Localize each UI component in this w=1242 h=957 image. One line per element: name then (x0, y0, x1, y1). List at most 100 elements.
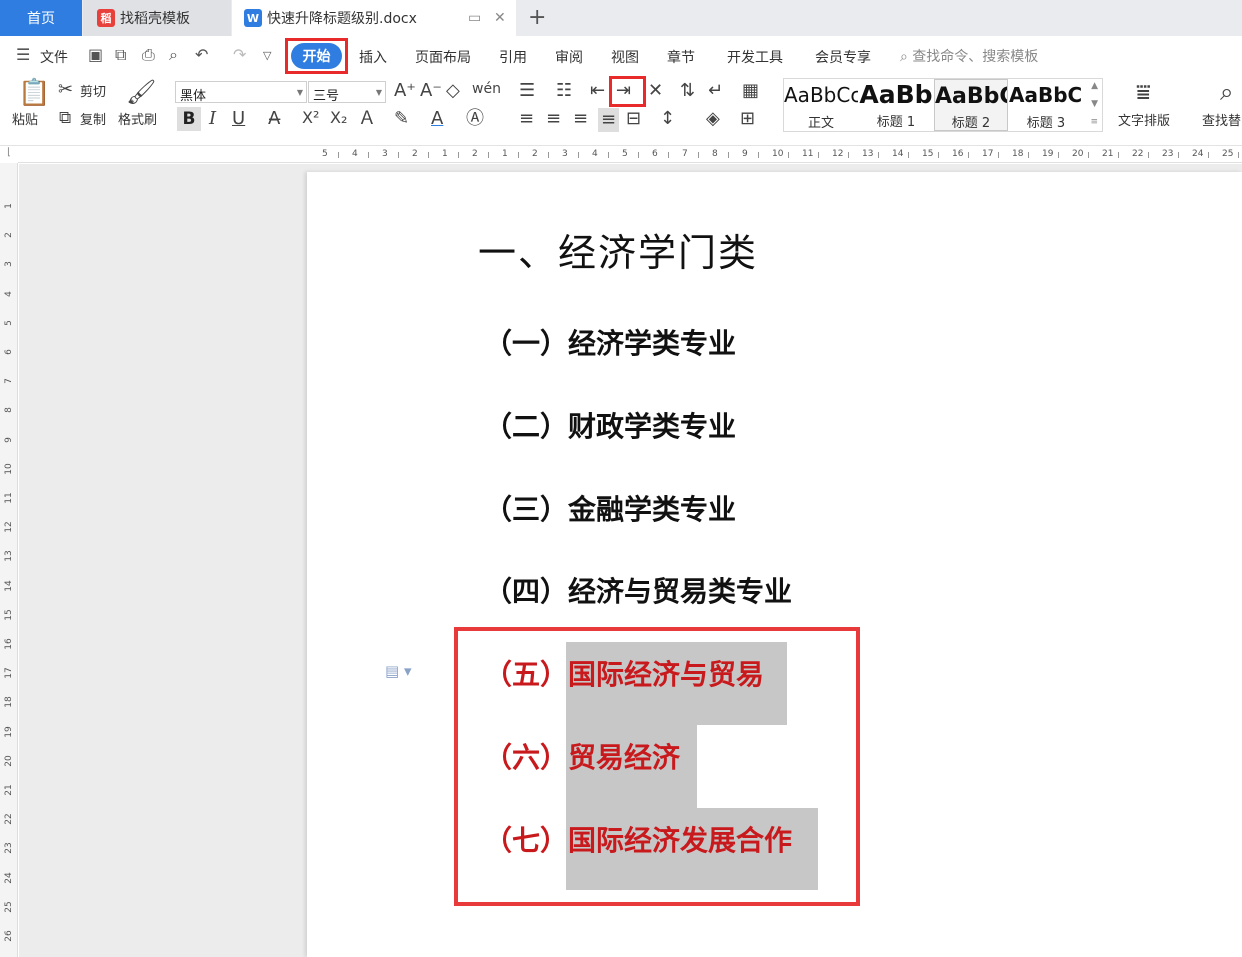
style-heading-2[interactable]: AaBbC 标题 2 (934, 79, 1008, 131)
format-painter-button[interactable]: 格式刷 (118, 114, 157, 127)
grow-font-icon[interactable]: A⁺ (394, 82, 416, 100)
highlight-icon[interactable]: ✎ (394, 110, 409, 128)
customize-quick-access-icon[interactable]: ▽ (263, 49, 271, 62)
char-border-icon[interactable]: Ⓐ (466, 110, 484, 128)
copy-icon[interactable]: ⧉ (59, 110, 71, 127)
clear-format-icon[interactable]: ◇ (446, 82, 460, 100)
paste-button[interactable]: 粘贴 (12, 114, 38, 127)
redo-icon[interactable]: ↷ (233, 45, 246, 64)
menu-references[interactable]: 引用 (499, 47, 527, 67)
gallery-scroll-down-icon[interactable]: ▼ (1091, 99, 1098, 109)
scissors-icon[interactable]: ✂ (58, 81, 73, 99)
heading-1[interactable]: 一、经济学门类 (478, 222, 758, 277)
horizontal-ruler[interactable]: 5 4 3 2 1 2 1 2 3 4 5 6 7 8 9 10 11 12 13 14 15 16 17 18 19 20 21 2… (18, 147, 1242, 163)
gallery-scroll-up-icon[interactable]: ▲ (1091, 81, 1098, 91)
menu-review[interactable]: 审阅 (555, 47, 583, 67)
cut-button[interactable]: 剪切 (80, 86, 106, 99)
style-heading-1[interactable]: AaBb 标题 1 (859, 79, 933, 131)
ruler-label: 24 (4, 871, 14, 884)
italic-icon[interactable]: I (209, 110, 216, 128)
font-name-select[interactable]: 黑体 ▼ (175, 81, 307, 104)
menu-insert[interactable]: 插入 (359, 47, 387, 67)
tab-templates[interactable]: 稻 找稻壳模板 (83, 0, 231, 36)
ruler-label: 18 (1012, 149, 1024, 159)
font-size-select[interactable]: 三号 ▼ (308, 81, 386, 104)
shrink-font-icon[interactable]: A⁻ (420, 82, 442, 100)
find-icon[interactable]: ⌕ (1220, 80, 1233, 104)
paste-icon[interactable]: 📋 (18, 80, 50, 106)
ruler-label: 2 (412, 149, 418, 159)
menu-member[interactable]: 会员专享 (815, 47, 871, 67)
float-window-icon[interactable]: ▭ (468, 10, 481, 26)
tab-document[interactable]: W 快速升降标题级别.docx ▭ ✕ (232, 0, 516, 36)
text-layout-button[interactable]: 文字排版 (1118, 115, 1170, 128)
tab-stop-selector[interactable]: ⌊ (0, 147, 18, 163)
ruler-label: 2 (532, 149, 538, 159)
show-marks-icon[interactable]: ↵ (708, 82, 723, 100)
pinyin-icon[interactable]: wén (472, 82, 501, 96)
align-center-icon[interactable]: ≡ (546, 110, 561, 128)
heading-2-text: 经济学类专业 (568, 327, 737, 360)
hamburger-icon[interactable]: ☰ (16, 45, 30, 64)
borders-icon[interactable]: ⊞ (740, 110, 755, 128)
subscript-icon[interactable]: X₂ (330, 110, 347, 126)
justify-icon[interactable]: ≡ (598, 108, 620, 132)
line-spacing-icon[interactable]: ↕ (660, 110, 675, 128)
print-icon[interactable]: ⎙ (142, 45, 155, 65)
table-tools-icon[interactable]: ▦ (742, 82, 759, 100)
heading-2[interactable]: （三）金融学类专业 (484, 488, 736, 528)
command-search[interactable]: ⌕ 查找命令、搜索模板 (900, 46, 1038, 66)
new-tab-icon[interactable]: + (528, 5, 546, 30)
align-right-icon[interactable]: ≡ (573, 110, 588, 128)
menu-page-layout[interactable]: 页面布局 (415, 47, 471, 67)
chinese-layout-icon[interactable]: ✕ (648, 82, 663, 100)
decrease-indent-icon[interactable]: ⇤ (590, 82, 605, 100)
heading-2[interactable]: （一）经济学类专业 (484, 322, 736, 362)
shading-icon[interactable]: ◈ (706, 110, 720, 128)
save-icon[interactable]: ▣ (88, 45, 103, 64)
strikethrough-icon[interactable]: A̶ (268, 110, 280, 128)
ruler-label: 14 (4, 579, 14, 592)
ruler-label: 22 (1132, 149, 1144, 159)
menu-chapter[interactable]: 章节 (667, 47, 695, 67)
numbered-list-icon[interactable]: ☷ (556, 82, 572, 100)
undo-icon[interactable]: ↶ (195, 45, 208, 64)
tab-home[interactable]: 首页 (0, 0, 82, 36)
ruler-label: 8 (712, 149, 718, 159)
menu-start[interactable]: 开始 (291, 43, 342, 69)
paragraph-layout-icon[interactable]: ▤ ▾ (385, 662, 411, 680)
ruler-label: 12 (4, 521, 14, 533)
bullet-list-icon[interactable]: ☰ (519, 82, 535, 100)
ruler-tick (1088, 152, 1089, 158)
underline-icon[interactable]: U (232, 110, 245, 128)
ruler-label: 12 (832, 149, 844, 159)
menu-file[interactable]: 文件 (40, 47, 68, 67)
gallery-expand-icon[interactable]: ≡ (1090, 117, 1098, 127)
copy-button[interactable]: 复制 (80, 114, 106, 127)
style-heading-3-name: 标题 3 (1026, 116, 1066, 131)
export-pdf-icon[interactable]: ⧉ (115, 45, 126, 65)
vertical-ruler[interactable]: 1 2 3 4 5 6 7 8 9 10 11 12 13 14 15 16 17 18 19 20 21 22 23 24 2… (0, 163, 18, 957)
font-color-icon[interactable]: A (431, 110, 443, 128)
selected-headings-highlight (454, 627, 860, 906)
menu-developer-tools[interactable]: 开发工具 (727, 47, 783, 67)
print-preview-icon[interactable]: ⌕ (169, 45, 178, 65)
bold-button[interactable]: B (177, 107, 201, 131)
menu-view[interactable]: 视图 (611, 47, 639, 67)
style-normal-name: 正文 (807, 116, 834, 131)
distributed-icon[interactable]: ⊟ (626, 110, 641, 128)
text-layout-icon[interactable]: ⩸ (1136, 80, 1151, 104)
sort-icon[interactable]: ⇅ (680, 82, 695, 100)
heading-2[interactable]: （二）财政学类专业 (484, 405, 736, 445)
superscript-icon[interactable]: X² (302, 110, 319, 126)
format-painter-icon[interactable]: 🖌 (126, 80, 156, 104)
find-replace-button[interactable]: 查找替 (1202, 115, 1241, 128)
text-effect-icon[interactable]: Ａ (358, 110, 376, 128)
ruler-label: 18 (4, 696, 14, 709)
ruler-label: 21 (4, 784, 14, 796)
align-left-icon[interactable]: ≡ (519, 110, 534, 128)
close-tab-icon[interactable]: ✕ (494, 10, 506, 26)
style-heading-3[interactable]: AaBbCc 标题 3 (1009, 79, 1083, 131)
heading-2[interactable]: （四）经济与贸易类专业 (484, 570, 792, 610)
style-normal[interactable]: AaBbCcDd 正文 (784, 79, 858, 131)
